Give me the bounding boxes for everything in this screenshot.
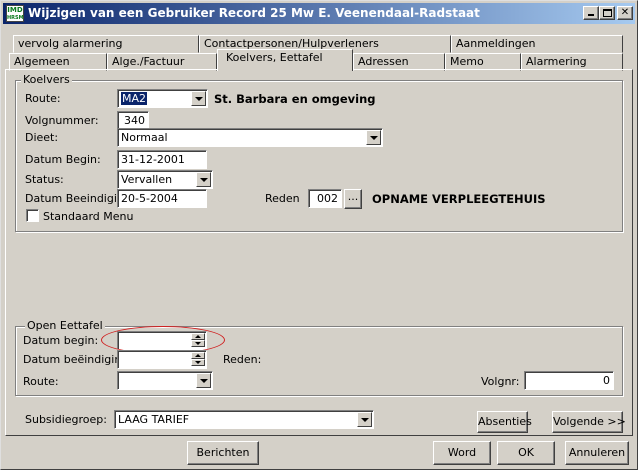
annuleren-button[interactable]: Annuleren: [565, 441, 629, 465]
oe-route-select[interactable]: [117, 371, 213, 390]
tab-vervolg-alarmering[interactable]: vervolg alarmering: [13, 35, 199, 53]
reden-code-input[interactable]: 002: [308, 189, 342, 208]
status-label: Status:: [25, 173, 64, 186]
reden-label: Reden: [265, 192, 300, 205]
reden-lookup-button[interactable]: ...: [344, 189, 362, 209]
route-description: St. Barbara en omgeving: [214, 92, 376, 106]
maximize-button[interactable]: [599, 6, 615, 20]
datum-begin-input[interactable]: 31-12-2001: [117, 150, 207, 169]
tab-label: Algemeen: [14, 55, 70, 68]
oe-route-label: Route:: [23, 375, 59, 388]
status-value: Vervallen: [121, 173, 173, 186]
tab-label: Aanmeldingen: [456, 37, 536, 50]
standaard-menu-label: Standaard Menu: [43, 210, 134, 223]
koelvers-legend: Koelvers: [21, 73, 72, 86]
subsidiegroep-select[interactable]: LAAG TARIEF: [114, 410, 374, 429]
minimize-icon: [588, 14, 594, 16]
chevron-down-icon[interactable]: [196, 172, 211, 187]
app-icon-text-bottom: HRSM: [7, 15, 24, 21]
open-eettafel-legend: Open Eettafel: [25, 319, 105, 332]
chevron-down-icon[interactable]: [191, 91, 206, 106]
spin-down-icon[interactable]: [191, 359, 205, 366]
spin-up-icon[interactable]: [191, 352, 205, 359]
route-label: Route:: [25, 92, 61, 105]
tab-label: Alge./Factuur: [112, 55, 185, 68]
oe-datum-beeindiging-label: Datum beëindiging:: [23, 353, 132, 366]
oe-datum-begin-label: Datum begin:: [23, 334, 99, 347]
subsidiegroep-value: LAAG TARIEF: [118, 413, 190, 426]
tab-label: vervolg alarmering: [18, 37, 123, 50]
ok-button[interactable]: OK: [497, 441, 555, 465]
chevron-down-icon[interactable]: [366, 130, 381, 145]
dieet-value: Normaal: [121, 131, 168, 144]
datum-begin-label: Datum Begin:: [25, 153, 101, 166]
route-value: MA2: [121, 92, 148, 105]
route-select[interactable]: MA2: [117, 89, 208, 108]
absenties-button[interactable]: Absenties: [477, 411, 532, 433]
app-icon-text-top: IMD: [7, 6, 23, 14]
word-button[interactable]: Word: [433, 441, 491, 465]
subsidiegroep-label: Subsidiegroep:: [25, 413, 107, 426]
volgnr-input[interactable]: 0: [524, 371, 614, 390]
app-icon: IMD HRSM: [6, 5, 24, 22]
berichten-button[interactable]: Berichten: [187, 441, 259, 465]
chevron-down-icon[interactable]: [196, 373, 211, 388]
volgnr-label: Volgnr:: [481, 375, 520, 388]
tab-label: Alarmering: [526, 55, 587, 68]
reden-description: OPNAME VERPLEEGTEHUIS: [372, 192, 546, 206]
dieet-label: Dieet:: [25, 131, 59, 144]
tab-label: Koelvers, Eettafel: [226, 51, 323, 64]
dieet-select[interactable]: Normaal: [117, 128, 383, 147]
status-select[interactable]: Vervallen: [117, 170, 213, 189]
standaard-menu-checkbox[interactable]: [26, 209, 39, 222]
close-icon: ✕: [620, 7, 630, 18]
datum-beeindiging-input[interactable]: 20-5-2004: [117, 189, 207, 208]
chevron-down-icon[interactable]: [357, 412, 372, 427]
tab-label: Memo: [450, 55, 484, 68]
maximize-icon: [602, 9, 612, 17]
dialog-window: IMD HRSM Wijzigen van een Gebruiker Reco…: [0, 0, 638, 470]
tab-koelvers-eettafel[interactable]: Koelvers, Eettafel: [217, 49, 353, 71]
title-bar[interactable]: IMD HRSM Wijzigen van een Gebruiker Reco…: [3, 3, 635, 24]
volgnummer-label: Volgnummer:: [25, 114, 99, 127]
oe-datum-beeindiging-input[interactable]: [117, 350, 207, 369]
oe-reden-label: Reden:: [223, 353, 262, 366]
volgende-button[interactable]: Volgende >>: [552, 411, 626, 433]
tab-label: Adressen: [358, 55, 409, 68]
minimize-button[interactable]: [583, 6, 599, 20]
close-button[interactable]: ✕: [617, 6, 633, 20]
date-spinner[interactable]: [191, 352, 205, 367]
tab-aanmeldingen[interactable]: Aanmeldingen: [451, 35, 623, 53]
window-title: Wijzigen van een Gebruiker Record 25 Mw …: [28, 6, 480, 20]
